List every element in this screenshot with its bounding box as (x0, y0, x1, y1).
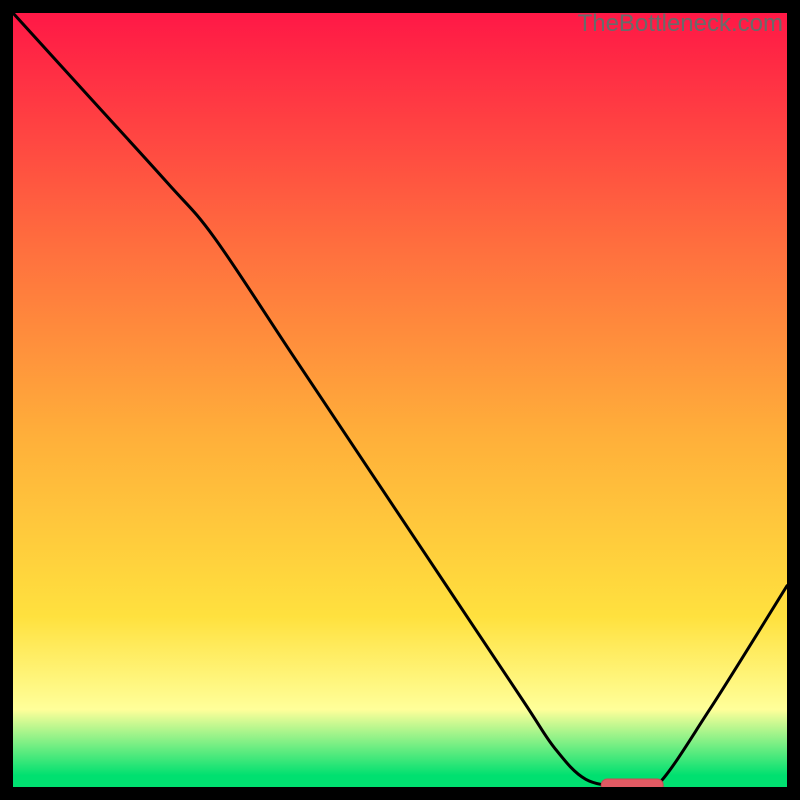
optimal-marker (601, 779, 663, 787)
bottleneck-chart (13, 13, 787, 787)
gradient-background (13, 13, 787, 787)
chart-frame: TheBottleneck.com (13, 13, 787, 787)
watermark-text: TheBottleneck.com (578, 10, 783, 38)
